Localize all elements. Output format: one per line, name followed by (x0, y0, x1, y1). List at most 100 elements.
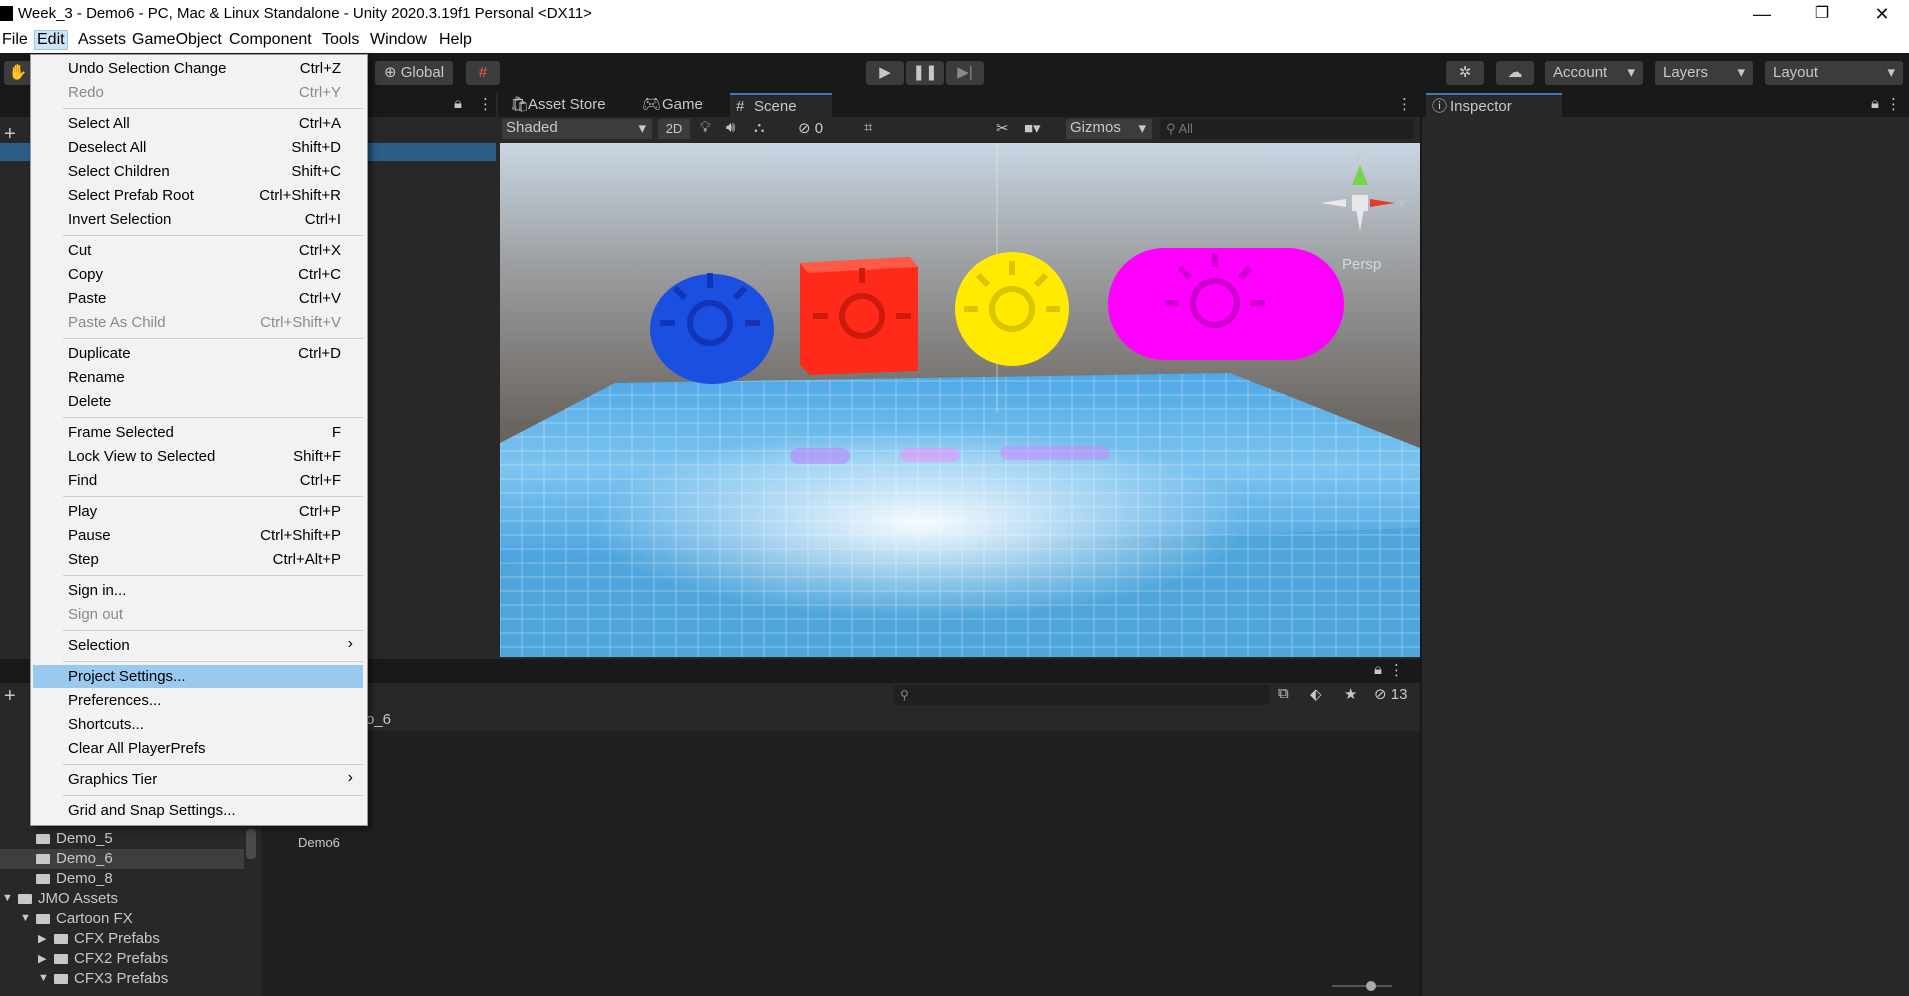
audio-icon[interactable]: 🔊︎ (726, 119, 735, 136)
tree-scrollbar[interactable] (246, 829, 256, 859)
hand-tool-icon[interactable]: ✋ (4, 61, 32, 85)
lighting-icon[interactable]: 💡︎ (700, 119, 711, 136)
folder-tree-item[interactable]: ▼ CFX3 Prefabs (0, 969, 244, 989)
collapse-arrow-icon[interactable]: ▶ (38, 952, 46, 965)
grid-snap-icon[interactable]: # (466, 61, 500, 85)
collab-icon[interactable]: ✲ (1446, 61, 1484, 85)
favorites-icon[interactable]: ★ (1344, 685, 1357, 703)
effects-icon[interactable]: ⛬ (754, 119, 765, 136)
eye-off-icon: ⊘ (798, 120, 811, 137)
more-options-icon[interactable]: ⋮ (1389, 661, 1404, 679)
lock-icon[interactable]: 🔒︎ (1871, 95, 1879, 112)
menu-item-frame-selected[interactable]: Frame Selected F (33, 421, 363, 444)
tab-game[interactable]: 🎮︎ Game (638, 93, 703, 117)
pause-button[interactable]: ❚❚ (906, 61, 944, 85)
menu-item-paste[interactable]: Paste Ctrl+V (33, 287, 363, 310)
folder-tree-item[interactable]: ▶ CFX Prefabs (0, 929, 244, 949)
scene-search-input[interactable]: ⚲ All (1160, 119, 1414, 139)
persp-label[interactable]: Persp (1342, 256, 1381, 273)
menu-item-lock-view-to-selected[interactable]: Lock View to Selected Shift+F (33, 445, 363, 468)
lock-icon[interactable]: 🔒︎ (1374, 661, 1382, 678)
expand-arrow-icon[interactable]: ▼ (2, 892, 13, 904)
tab-inspector[interactable]: ⓘ Inspector (1426, 93, 1562, 117)
menu-assets[interactable]: Assets (76, 31, 128, 49)
2d-toggle-button[interactable]: 2D (658, 119, 690, 139)
shading-mode-dropdown[interactable]: Shaded ▾ (502, 119, 652, 139)
menu-item-delete[interactable]: Delete (33, 390, 363, 413)
menu-item-label: Paste As Child (68, 314, 166, 331)
gizmos-dropdown[interactable]: Gizmos ▾ (1066, 119, 1152, 139)
menu-item-graphics-tier[interactable]: Graphics Tier › (33, 768, 363, 791)
menu-item-play[interactable]: Play Ctrl+P (33, 500, 363, 523)
menu-item-clear-all-playerprefs[interactable]: Clear All PlayerPrefs (33, 737, 363, 760)
lock-icon[interactable]: 🔒︎ (454, 95, 462, 112)
menu-gameobject[interactable]: GameObject (130, 31, 224, 49)
menu-item-cut[interactable]: Cut Ctrl+X (33, 239, 363, 262)
breadcrumb-item[interactable]: o_6 (366, 711, 391, 728)
zoom-slider-handle[interactable] (1366, 981, 1376, 991)
expand-arrow-icon[interactable]: ▼ (20, 912, 31, 924)
hidden-packages-toggle[interactable]: ⊘ 13 (1374, 685, 1407, 703)
account-dropdown[interactable]: Account ▾ (1545, 61, 1643, 85)
menu-item-sign-in[interactable]: Sign in... (33, 579, 363, 602)
menu-item-selection[interactable]: Selection › (33, 634, 363, 657)
tab-scene[interactable]: # Scene (730, 93, 832, 117)
more-options-icon[interactable]: ⋮ (478, 95, 493, 113)
panel-divider[interactable] (1420, 93, 1422, 996)
close-button[interactable]: ✕ (1862, 2, 1902, 26)
minimize-button[interactable]: — (1742, 2, 1782, 26)
camera-icon[interactable]: ■▾ (1024, 119, 1041, 137)
folder-tree-item[interactable]: Demo_6 (0, 849, 244, 869)
filter-by-label-icon[interactable]: ⬖ (1310, 685, 1322, 703)
folder-tree-item[interactable]: ▼ JMO Assets (0, 889, 244, 909)
menu-item-find[interactable]: Find Ctrl+F (33, 469, 363, 492)
menu-item-select-prefab-root[interactable]: Select Prefab Root Ctrl+Shift+R (33, 184, 363, 207)
menu-item-undo-selection-change[interactable]: Undo Selection Change Ctrl+Z (33, 57, 363, 80)
menu-item-pause[interactable]: Pause Ctrl+Shift+P (33, 524, 363, 547)
menu-edit[interactable]: Edit (34, 30, 68, 50)
collapse-arrow-icon[interactable]: ▶ (38, 932, 46, 945)
folder-tree-item[interactable]: Demo_8 (0, 869, 244, 889)
more-options-icon[interactable]: ⋮ (1397, 95, 1412, 113)
menu-item-preferences[interactable]: Preferences... (33, 689, 363, 712)
menu-tools[interactable]: Tools (320, 31, 361, 49)
grid-toggle-icon[interactable]: ⌗ (864, 119, 872, 136)
global-toggle-button[interactable]: ⊕ Global (375, 61, 453, 85)
grid-icon: # (736, 98, 745, 115)
tab-asset-store[interactable]: 🛍︎ Asset Store (504, 93, 606, 117)
menu-item-select-children[interactable]: Select Children Shift+C (33, 160, 363, 183)
tools-icon[interactable]: ✂ (996, 119, 1009, 137)
menu-item-step[interactable]: Step Ctrl+Alt+P (33, 548, 363, 571)
folder-tree-item[interactable]: ▼ Cartoon FX (0, 909, 244, 929)
layout-dropdown[interactable]: Layout ▾ (1765, 61, 1903, 85)
zoom-slider[interactable] (1332, 985, 1392, 987)
expand-arrow-icon[interactable]: ▼ (38, 972, 49, 984)
play-button[interactable]: ▶ (866, 61, 904, 85)
menu-file[interactable]: File (0, 31, 30, 49)
add-icon[interactable]: + (4, 685, 16, 708)
menu-item-select-all[interactable]: Select All Ctrl+A (33, 112, 363, 135)
menu-item-invert-selection[interactable]: Invert Selection Ctrl+I (33, 208, 363, 231)
folder-tree-item[interactable]: Demo_5 (0, 829, 244, 849)
hidden-objects-toggle[interactable]: ⊘ 0 (798, 119, 823, 137)
maximize-button[interactable]: ❐ (1802, 2, 1842, 26)
step-button[interactable]: ▶| (946, 61, 984, 85)
menu-item-duplicate[interactable]: Duplicate Ctrl+D (33, 342, 363, 365)
asset-item-demo6[interactable]: Demo6 (298, 835, 340, 850)
menu-item-shortcuts[interactable]: Shortcuts... (33, 713, 363, 736)
cloud-icon[interactable]: ☁ (1496, 61, 1534, 85)
menu-item-project-settings[interactable]: Project Settings... (33, 665, 363, 688)
folder-tree-item[interactable]: ▶ CFX2 Prefabs (0, 949, 244, 969)
menu-help[interactable]: Help (437, 31, 474, 49)
menu-item-rename[interactable]: Rename (33, 366, 363, 389)
project-search-input[interactable]: ⚲ (894, 685, 1270, 705)
more-options-icon[interactable]: ⋮ (1886, 95, 1901, 113)
menu-component[interactable]: Component (227, 31, 314, 49)
menu-window[interactable]: Window (368, 31, 429, 49)
filter-by-type-icon[interactable]: ⧉ (1278, 685, 1289, 702)
menu-item-deselect-all[interactable]: Deselect All Shift+D (33, 136, 363, 159)
menu-item-copy[interactable]: Copy Ctrl+C (33, 263, 363, 286)
scene-viewport[interactable]: y x Persp (500, 143, 1420, 657)
layers-dropdown[interactable]: Layers ▾ (1655, 61, 1753, 85)
menu-item-grid-and-snap-settings[interactable]: Grid and Snap Settings... (33, 799, 363, 822)
